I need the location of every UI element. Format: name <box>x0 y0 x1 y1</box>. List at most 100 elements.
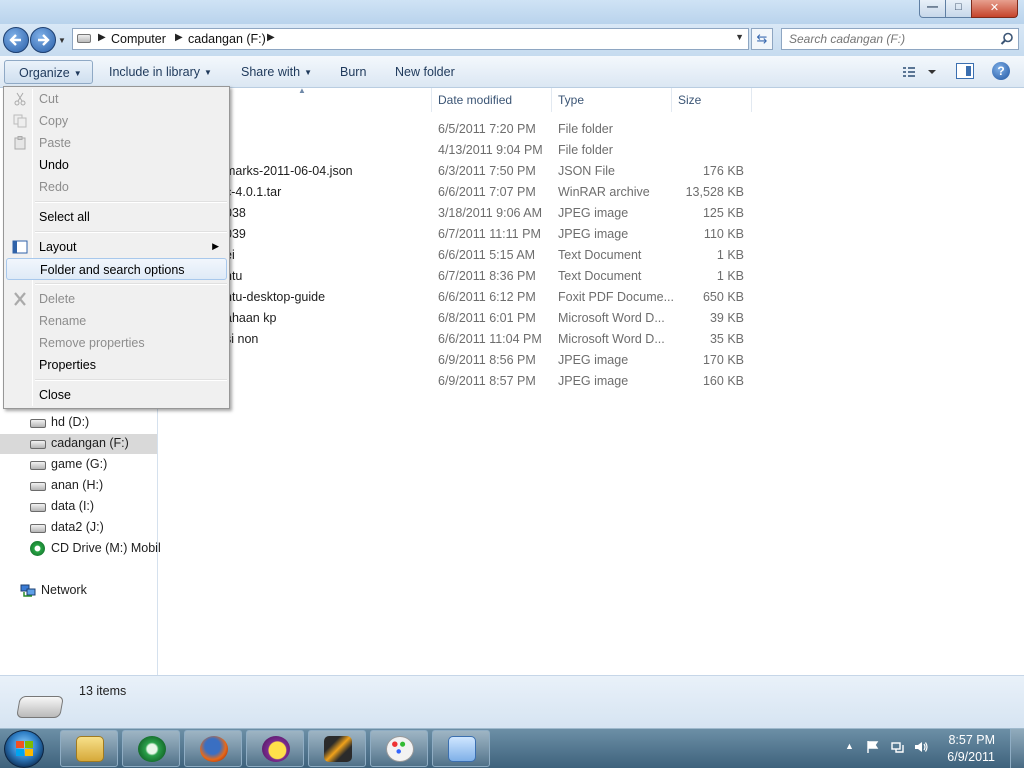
menu-item-remove-properties[interactable]: Remove properties <box>6 332 227 354</box>
share-with-button[interactable]: Share with ▼ <box>241 65 312 79</box>
nav-drive-h[interactable]: anan (H:) <box>0 476 157 496</box>
nav-drive-i[interactable]: data (I:) <box>0 497 157 517</box>
column-divider[interactable] <box>671 88 672 112</box>
show-hidden-icons-icon[interactable]: ▲ <box>845 741 854 751</box>
menu-label: Redo <box>39 180 69 194</box>
file-date: 6/7/2011 8:36 PM <box>438 269 536 283</box>
column-header-size[interactable]: Size <box>678 93 701 107</box>
network-status-icon[interactable] <box>891 740 905 754</box>
close-window-button[interactable]: ✕ <box>971 0 1018 18</box>
column-divider[interactable] <box>431 88 432 112</box>
file-row[interactable]: c-4.0.1.tar 6/6/2011 7:07 PM WinRAR archiv… <box>159 182 759 203</box>
chevron-down-icon[interactable]: ▼ <box>735 32 744 42</box>
explorer-icon <box>76 736 104 762</box>
taskbar-explorer[interactable] <box>60 730 118 767</box>
chevron-down-icon: ▼ <box>204 68 212 77</box>
file-row[interactable]: ei6/6/2011 5:15 AMText Document1 KB <box>159 245 759 266</box>
menu-item-cut[interactable]: Cut <box>6 88 227 110</box>
file-row[interactable]: 6/5/2011 7:20 PM File folder <box>159 119 759 140</box>
menu-item-folder-options[interactable]: Folder and search options <box>6 258 227 280</box>
file-row[interactable]: 6/9/2011 8:57 PM JPEG image 160 KB <box>159 371 759 392</box>
volume-icon[interactable] <box>914 740 928 754</box>
help-button[interactable]: ? <box>992 62 1010 80</box>
breadcrumb-computer[interactable]: Computer <box>111 32 166 46</box>
file-row[interactable]: 039 6/7/2011 11:11 PM JPEG image 110 KB <box>159 224 759 245</box>
preview-pane-button[interactable] <box>956 63 974 79</box>
chevron-right-icon[interactable]: ▶ <box>175 32 183 43</box>
nav-label: anan (H:) <box>51 478 104 492</box>
menu-item-undo[interactable]: Undo <box>6 154 227 176</box>
file-row[interactable]: r4/13/2011 9:04 PMFile folder <box>159 140 759 161</box>
taskbar-yahoo-messenger[interactable] <box>246 730 304 767</box>
file-size: 39 KB <box>709 311 744 325</box>
menu-item-select-all[interactable]: Select all <box>6 206 227 228</box>
recent-pages-dropdown[interactable]: ▼ <box>58 36 68 46</box>
start-button[interactable] <box>4 730 44 768</box>
breadcrumb-drive[interactable]: cadangan (F:) <box>188 32 266 46</box>
menu-item-redo[interactable]: Redo <box>6 176 227 198</box>
nav-drive-j[interactable]: data2 (J:) <box>0 518 157 538</box>
file-row[interactable]: ntu-desktop-guide 6/6/2011 6:12 PM Foxit P… <box>159 287 759 308</box>
nav-drive-g[interactable]: game (G:) <box>0 455 157 475</box>
taskbar-phone-manager[interactable] <box>122 730 180 767</box>
taskbar-paint[interactable] <box>370 730 428 767</box>
column-header-type[interactable]: Type <box>558 93 584 107</box>
taskbar-winamp[interactable] <box>308 730 366 767</box>
file-name: si non <box>225 332 259 346</box>
address-bar[interactable]: ▶ Computer ▶ cadangan (F:) ▶ ▼ <box>72 28 749 50</box>
menu-item-close[interactable]: Close <box>6 384 227 406</box>
file-row[interactable]: 038 3/18/2011 9:06 AM JPEG image 125 KB <box>159 203 759 224</box>
organize-button[interactable]: Organize ▼ <box>4 60 93 84</box>
taskbar-file-transfer[interactable] <box>432 730 490 767</box>
new-folder-button[interactable]: New folder <box>395 65 455 79</box>
clock-time[interactable]: 8:57 PM <box>930 733 995 747</box>
file-row[interactable]: si non 6/6/2011 11:04 PM Microsoft Word D.… <box>159 329 759 350</box>
menu-item-copy[interactable]: Copy <box>6 110 227 132</box>
forward-button[interactable] <box>30 27 56 53</box>
file-date: 4/13/2011 9:04 PM <box>438 143 543 157</box>
file-row[interactable]: 6/9/2011 8:56 PM JPEG image 170 KB <box>159 350 759 371</box>
refresh-button[interactable]: ⇆ <box>751 28 773 50</box>
hard-drive-icon <box>30 503 46 512</box>
column-headers: ▲ Date modified Type Size <box>159 86 1024 113</box>
menu-item-properties[interactable]: Properties <box>6 354 227 376</box>
nav-network[interactable]: Network <box>0 581 157 601</box>
column-header-date[interactable]: Date modified <box>438 93 512 107</box>
chevron-right-icon[interactable]: ▶ <box>98 32 106 43</box>
taskbar-firefox[interactable] <box>184 730 242 767</box>
file-date: 6/5/2011 7:20 PM <box>438 122 536 136</box>
chevron-right-icon[interactable]: ▶ <box>267 32 275 43</box>
nav-drive-f[interactable]: cadangan (F:) <box>0 434 157 454</box>
column-divider[interactable] <box>751 88 752 112</box>
nav-drive-m[interactable]: CD Drive (M:) Mobil <box>0 539 161 559</box>
search-box[interactable] <box>781 28 1019 50</box>
show-desktop-button[interactable] <box>1010 729 1024 768</box>
menu-label: Paste <box>39 136 71 150</box>
preview-pane-icon <box>966 66 971 76</box>
nav-drive-d[interactable]: hd (D:) <box>0 413 157 433</box>
network-icon <box>20 584 36 597</box>
column-divider[interactable] <box>551 88 552 112</box>
change-view-button[interactable] <box>900 63 940 81</box>
menu-item-delete[interactable]: Delete <box>6 288 227 310</box>
burn-button[interactable]: Burn <box>340 65 366 79</box>
menu-item-paste[interactable]: Paste <box>6 132 227 154</box>
file-size: 1 KB <box>716 269 744 283</box>
file-type: Microsoft Word D... <box>558 332 665 346</box>
file-row[interactable]: ahaan kp 6/8/2011 6:01 PM Microsoft Word D… <box>159 308 759 329</box>
file-row[interactable]: marks-2011-06-04.json 6/3/2011 7:50 PM JSO… <box>159 161 759 182</box>
file-date: 6/8/2011 6:01 PM <box>438 311 536 325</box>
action-center-flag-icon[interactable] <box>866 740 880 754</box>
share-label: Share with <box>241 65 301 79</box>
file-date: 6/6/2011 5:15 AM <box>438 248 536 262</box>
file-row[interactable]: ntu 6/7/2011 8:36 PM Text Document 1 KB <box>159 266 759 287</box>
include-in-library-button[interactable]: Include in library ▼ <box>109 65 212 79</box>
menu-item-layout[interactable]: Layout ▶ <box>6 236 227 258</box>
menu-item-rename[interactable]: Rename <box>6 310 227 332</box>
organize-label: Organize <box>19 66 70 80</box>
search-input[interactable] <box>782 29 992 49</box>
back-button[interactable] <box>3 27 29 53</box>
minimize-button[interactable]: — <box>919 0 946 18</box>
maximize-button[interactable]: □ <box>945 0 972 18</box>
clock-date[interactable]: 6/9/2011 <box>930 750 995 764</box>
